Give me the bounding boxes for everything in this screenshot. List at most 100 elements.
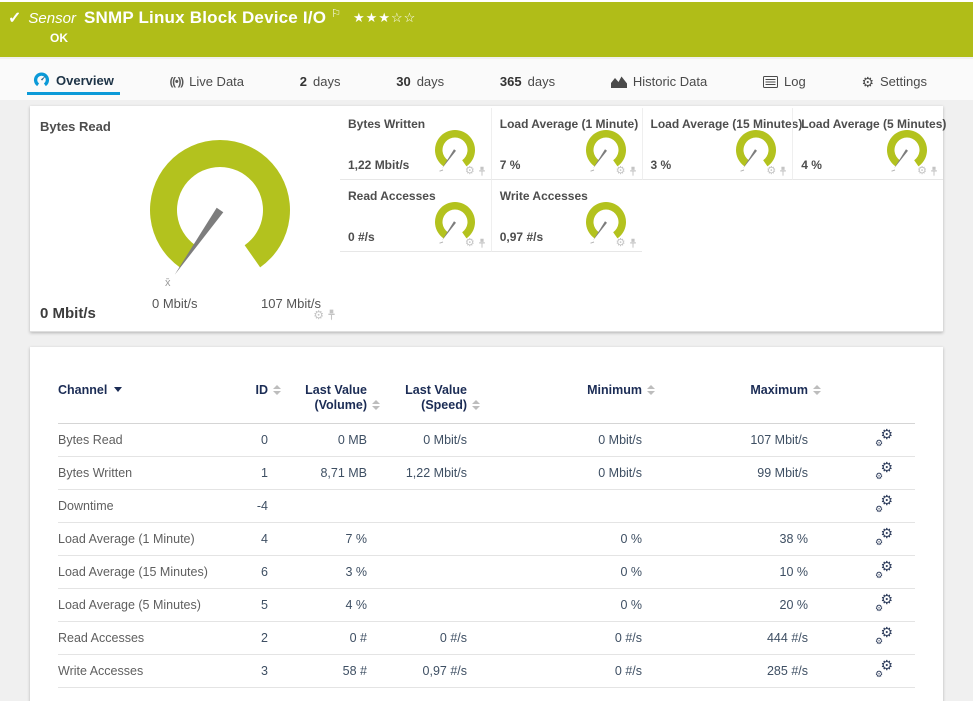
gauge-pin-icon[interactable]: [930, 166, 938, 177]
maximum-value: 10 %: [642, 556, 808, 589]
column-header-last-value-speed[interactable]: Last Value(Speed): [367, 383, 467, 424]
channel-settings-gears-icon[interactable]: ⚙⚙: [876, 463, 893, 480]
gauge-current-value: 0,97 #/s: [500, 230, 543, 244]
tab-live-data-label: Live Data: [189, 74, 244, 89]
gauge-settings-gear-icon[interactable]: ⚙: [616, 238, 626, 249]
priority-stars[interactable]: ★★★☆☆: [353, 10, 416, 26]
channel-settings-gears-icon[interactable]: ⚙⚙: [876, 562, 893, 579]
table-row[interactable]: Load Average (1 Minute) 4 7 % 0 % 38 % ⚙…: [58, 523, 915, 556]
channel-settings-gears-icon[interactable]: ⚙⚙: [876, 496, 893, 513]
last-value-volume: 4 %: [268, 589, 367, 622]
tab-overview-label: Overview: [56, 73, 114, 88]
last-value-volume: 7 %: [268, 523, 367, 556]
gauge-settings-gear-icon[interactable]: ⚙: [465, 166, 475, 177]
tab-live-data[interactable]: ((•)) Live Data: [164, 68, 250, 95]
table-row[interactable]: Read Accesses 2 0 # 0 #/s 0 #/s 444 #/s …: [58, 622, 915, 655]
gauge-pin-icon[interactable]: [629, 238, 637, 249]
tab-2-days[interactable]: 2 days: [294, 68, 347, 95]
minimum-value: 0 #/s: [467, 655, 642, 688]
gauge-scale-max: 107 Mbit/s: [261, 296, 321, 311]
channel-settings-gears-icon[interactable]: ⚙⚙: [876, 628, 893, 645]
sort-desc-icon: [114, 387, 122, 392]
gauge-pin-icon[interactable]: [478, 238, 486, 249]
area-chart-icon: [611, 75, 627, 88]
gauge-current-value: 1,22 Mbit/s: [348, 158, 409, 172]
small-gauges-grid: Bytes Written 1,22 Mbit/s ⚙ Load Average…: [340, 108, 943, 252]
gauge-bytes-written[interactable]: Bytes Written 1,22 Mbit/s ⚙: [340, 108, 491, 180]
channel-settings-gears-icon[interactable]: ⚙⚙: [876, 661, 893, 678]
channel-settings-gears-icon[interactable]: ⚙⚙: [876, 529, 893, 546]
gauge-current-value: 0 Mbit/s: [40, 305, 96, 322]
gauge-settings-gear-icon[interactable]: ⚙: [616, 166, 626, 177]
status-badge: OK: [50, 31, 68, 45]
table-row[interactable]: Write Accesses 3 58 # 0,97 #/s 0 #/s 285…: [58, 655, 915, 688]
channel-name: Read Accesses: [58, 622, 218, 655]
last-value-speed: 1,22 Mbit/s: [367, 457, 467, 490]
maximum-value: 107 Mbit/s: [642, 424, 808, 457]
column-header-id[interactable]: ID: [218, 383, 268, 424]
stars-filled[interactable]: ★★★: [353, 10, 391, 25]
gauge-pin-icon[interactable]: [327, 309, 336, 321]
tab-settings[interactable]: ⚙ Settings: [855, 68, 933, 95]
tab-365-days[interactable]: 365 days: [494, 68, 561, 95]
table-row[interactable]: Load Average (15 Minutes) 6 3 % 0 % 10 %…: [58, 556, 915, 589]
gauge-settings-gear-icon[interactable]: ⚙: [917, 166, 927, 177]
last-value-volume: 58 #: [268, 655, 367, 688]
gauge-pin-icon[interactable]: [629, 166, 637, 177]
channel-settings-gears-icon[interactable]: ⚙⚙: [876, 430, 893, 447]
gauge-bytes-read[interactable]: Bytes Read x̄ 0 Mbit/s 107 Mbit/s 0 Mbit…: [30, 106, 340, 331]
stars-empty[interactable]: ☆☆: [391, 10, 416, 25]
minimum-value: 0 #/s: [467, 622, 642, 655]
gauge-scale-min: 0 Mbit/s: [152, 296, 198, 311]
table-row[interactable]: Downtime -4 ⚙⚙: [58, 490, 915, 523]
last-value-speed: 0 #/s: [367, 622, 467, 655]
gauge-current-value: 3 %: [651, 158, 672, 172]
channel-name: Bytes Read: [58, 424, 218, 457]
gauge-settings-gear-icon[interactable]: ⚙: [766, 166, 776, 177]
tab-overview[interactable]: Overview: [27, 68, 120, 95]
gauge-load-average-1-minute[interactable]: Load Average (1 Minute) 7 % ⚙: [491, 108, 642, 180]
column-header-maximum[interactable]: Maximum: [642, 383, 808, 424]
last-value-speed: [367, 556, 467, 589]
gauge-load-average-5-minutes[interactable]: Load Average (5 Minutes) 4 % ⚙: [792, 108, 943, 180]
table-row[interactable]: Bytes Written 1 8,71 MB 1,22 Mbit/s 0 Mb…: [58, 457, 915, 490]
sensor-title: SNMP Linux Block Device I/O: [84, 8, 326, 28]
gauge-pin-icon[interactable]: [478, 166, 486, 177]
table-row[interactable]: Load Average (5 Minutes) 5 4 % 0 % 20 % …: [58, 589, 915, 622]
channel-id: 0: [218, 424, 268, 457]
column-header-channel[interactable]: Channel: [58, 383, 218, 424]
gauge-settings-gear-icon[interactable]: ⚙: [313, 309, 324, 321]
channel-name: Load Average (1 Minute): [58, 523, 218, 556]
gauge-current-value: 4 %: [801, 158, 822, 172]
channel-id: 5: [218, 589, 268, 622]
tab-log[interactable]: Log: [757, 68, 812, 95]
tab-30-days-number: 30: [396, 74, 410, 89]
channel-settings-gears-icon[interactable]: ⚙⚙: [876, 595, 893, 612]
tab-30-days[interactable]: 30 days: [390, 68, 450, 95]
gauge-current-value: 0 #/s: [348, 230, 375, 244]
last-value-volume: 0 #: [268, 622, 367, 655]
gauge-title: Bytes Read: [40, 119, 111, 134]
prtg-sensor-page: ✓ Sensor SNMP Linux Block Device I/O ⚐ ★…: [0, 0, 973, 701]
gauge-settings-gear-icon[interactable]: ⚙: [465, 238, 475, 249]
last-value-volume: 8,71 MB: [268, 457, 367, 490]
table-header-row: Channel ID Last Value(Volume) Last Value…: [58, 383, 915, 424]
table-row[interactable]: Bytes Read 0 0 MB 0 Mbit/s 0 Mbit/s 107 …: [58, 424, 915, 457]
tab-log-label: Log: [784, 74, 806, 89]
gauge-pin-icon[interactable]: [779, 166, 787, 177]
maximum-value: 285 #/s: [642, 655, 808, 688]
tab-30-days-label: days: [417, 74, 444, 89]
tab-2-days-label: days: [313, 74, 340, 89]
broadcast-icon: ((•)): [170, 76, 184, 88]
tab-365-days-label: days: [528, 74, 555, 89]
gauge-write-accesses[interactable]: Write Accesses 0,97 #/s ⚙: [491, 180, 642, 252]
gauge-load-average-15-minutes[interactable]: Load Average (15 Minutes) 3 % ⚙: [642, 108, 793, 180]
minimum-value: 0 %: [467, 523, 642, 556]
flag-icon[interactable]: ⚐: [331, 7, 341, 20]
tab-historic-data[interactable]: Historic Data: [605, 68, 713, 95]
gauge-read-accesses[interactable]: Read Accesses 0 #/s ⚙: [340, 180, 491, 252]
channels-table: Channel ID Last Value(Volume) Last Value…: [58, 383, 915, 688]
column-header-last-value-volume[interactable]: Last Value(Volume): [268, 383, 367, 424]
column-header-minimum[interactable]: Minimum: [467, 383, 642, 424]
log-list-icon: [763, 76, 778, 88]
